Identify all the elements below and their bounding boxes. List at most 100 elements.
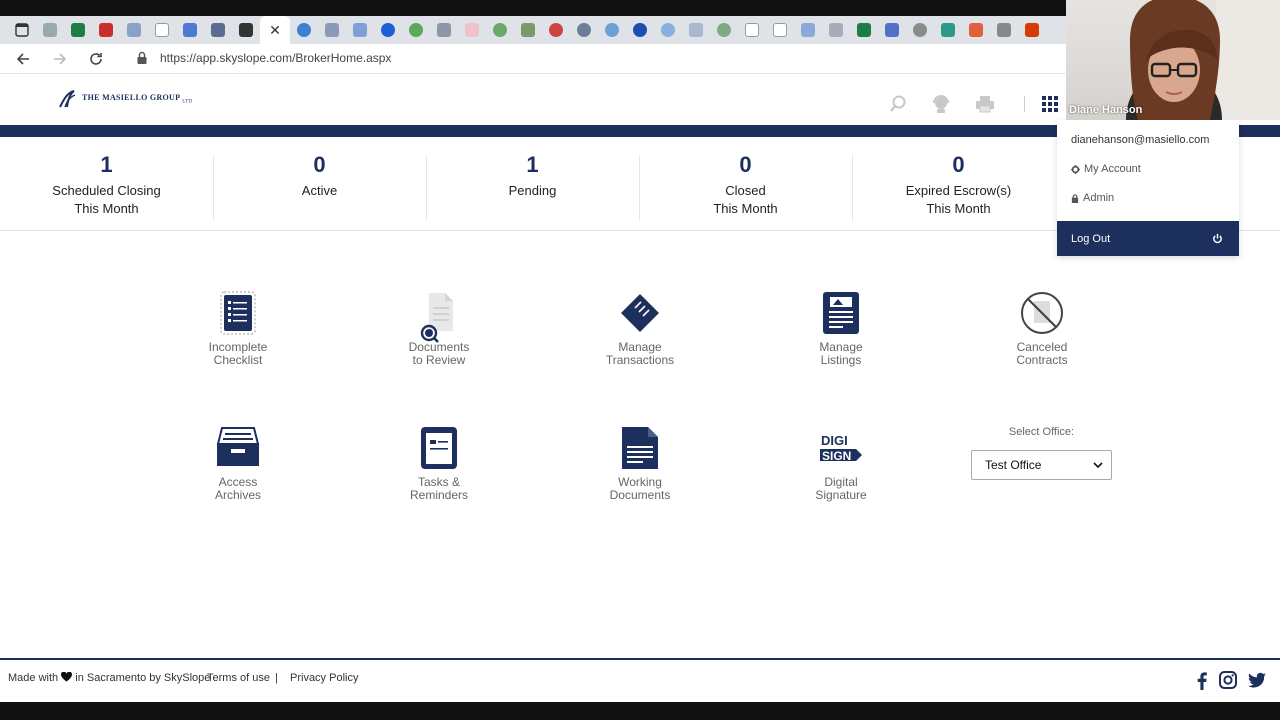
tab-red-icon[interactable]: [542, 16, 570, 44]
video-call-overlay[interactable]: Diane Hanson: [1066, 0, 1280, 120]
search-icon[interactable]: [888, 94, 908, 114]
stat-value: 0: [952, 152, 965, 177]
tile-manage-transactions[interactable]: Manage Transactions: [580, 291, 700, 367]
stat-active[interactable]: 0 Active: [213, 137, 426, 230]
stat-value: 1: [526, 152, 539, 177]
tile-label: Tasks & Reminders: [409, 475, 469, 502]
tile-label: Incomplete Checklist: [208, 340, 268, 367]
tab-chart-icon[interactable]: [232, 16, 260, 44]
tab-page3-icon[interactable]: [766, 16, 794, 44]
back-icon[interactable]: [13, 49, 33, 69]
tab-l-icon[interactable]: [204, 16, 232, 44]
stat-value: 0: [739, 152, 752, 177]
stat-value: 1: [100, 152, 113, 177]
tab-page2-icon[interactable]: [738, 16, 766, 44]
print-icon[interactable]: [975, 94, 995, 114]
digisign-icon: DIGISIGN: [820, 433, 862, 463]
user-dropdown-menu: dianehanson@masiello.com My Account Admi…: [1057, 120, 1239, 256]
tab-c3-icon[interactable]: [654, 16, 682, 44]
office-selected-value: Test Office: [985, 458, 1042, 472]
stat-label: Expired Escrow(s) This Month: [905, 183, 1012, 216]
reload-icon[interactable]: [86, 49, 106, 69]
tab-pink-icon[interactable]: [458, 16, 486, 44]
logo-text: THE MASIELLO GROUP LTD: [82, 93, 193, 105]
tile-tasks-reminders[interactable]: Tasks & Reminders: [379, 426, 499, 502]
tab-s-icon[interactable]: [878, 16, 906, 44]
admin-label: Admin: [1083, 192, 1115, 204]
stat-closed[interactable]: 0 Closed This Month: [639, 137, 852, 230]
stat-expired-escrow[interactable]: 0 Expired Escrow(s) This Month: [852, 137, 1065, 230]
tab-box-icon[interactable]: [430, 16, 458, 44]
tab-c2-icon[interactable]: [626, 16, 654, 44]
tab-plant-icon[interactable]: [514, 16, 542, 44]
support-agent-icon[interactable]: [931, 94, 951, 114]
tile-digital-signature[interactable]: DIGI SIGN Digital Signature: [781, 426, 901, 502]
stat-label: Active: [301, 183, 338, 198]
tab-green-icon[interactable]: [402, 16, 430, 44]
tab-actions-icon[interactable]: [8, 16, 36, 44]
tile-label: Manage Listings: [819, 340, 863, 367]
company-logo[interactable]: THE MASIELLO GROUP LTD: [58, 89, 192, 109]
tab-pdf-icon[interactable]: [92, 16, 120, 44]
tab-meta-icon[interactable]: [374, 16, 402, 44]
heart-icon: [61, 671, 73, 682]
tile-access-archives[interactable]: Access Archives: [178, 426, 298, 502]
screen-bottom-bar: [0, 702, 1280, 720]
tab-page-icon[interactable]: [148, 16, 176, 44]
tab-excel2-icon[interactable]: [850, 16, 878, 44]
menu-item-admin[interactable]: Admin: [1071, 192, 1114, 204]
tab-table-icon[interactable]: [822, 16, 850, 44]
tile-canceled-contracts[interactable]: Canceled Contracts: [982, 291, 1102, 367]
digisign-line2: SIGN: [822, 449, 851, 463]
stat-scheduled-closing[interactable]: 1 Scheduled Closing This Month: [0, 137, 213, 230]
terms-link[interactable]: Terms of use: [207, 672, 270, 684]
tile-working-documents[interactable]: Working Documents: [580, 426, 700, 502]
tab-c1-icon[interactable]: [598, 16, 626, 44]
tab-grid-icon[interactable]: [36, 16, 64, 44]
tile-documents-to-review[interactable]: Documents to Review: [379, 291, 499, 367]
listing-icon: [823, 292, 859, 334]
tab-cup-icon[interactable]: [990, 16, 1018, 44]
stat-label: Pending: [508, 183, 557, 198]
tab-orange-icon[interactable]: [962, 16, 990, 44]
facebook-icon[interactable]: [1192, 670, 1212, 690]
logo-swoosh-icon: [59, 90, 76, 108]
privacy-link[interactable]: Privacy Policy: [290, 672, 358, 684]
tile-label: Working Documents: [609, 475, 671, 502]
tile-manage-listings[interactable]: Manage Listings: [781, 291, 901, 367]
tab-a-icon[interactable]: [570, 16, 598, 44]
stat-pending[interactable]: 1 Pending: [426, 137, 639, 230]
apps-grid-icon[interactable]: [1040, 94, 1060, 114]
tab-k2-icon[interactable]: [682, 16, 710, 44]
clipboard-icon: [421, 427, 457, 469]
tab-teal-icon[interactable]: [934, 16, 962, 44]
tab-p-icon[interactable]: [176, 16, 204, 44]
tab-excel-icon[interactable]: [64, 16, 92, 44]
header-divider: [1024, 96, 1025, 112]
stat-value: 0: [313, 152, 326, 177]
office-selector: Select Office: Test Office: [971, 426, 1112, 480]
tab-active-close-icon[interactable]: ✕: [260, 16, 290, 44]
tab-leaf-icon[interactable]: [486, 16, 514, 44]
logout-button[interactable]: Log Out: [1057, 221, 1239, 256]
tab-location-icon[interactable]: [290, 16, 318, 44]
tab-app-icon[interactable]: [318, 16, 346, 44]
lock-icon[interactable]: [136, 51, 148, 65]
participant-video: [1126, 0, 1280, 120]
twitter-icon[interactable]: [1247, 670, 1267, 690]
instagram-icon[interactable]: [1218, 670, 1238, 690]
tab-link-icon[interactable]: [794, 16, 822, 44]
tab-leaf2-icon[interactable]: [710, 16, 738, 44]
tab-word-icon[interactable]: [120, 16, 148, 44]
office-select[interactable]: Test Office: [971, 450, 1112, 480]
document-icon: [622, 427, 658, 469]
tab-a2-icon[interactable]: [906, 16, 934, 44]
stat-label: Scheduled Closing This Month: [52, 183, 161, 216]
made-with-text: Made with in Sacramento by SkySlope: [8, 671, 211, 684]
url-text[interactable]: https://app.skyslope.com/BrokerHome.aspx: [160, 51, 391, 65]
tab-office-icon[interactable]: [1018, 16, 1046, 44]
tab-k-icon[interactable]: [346, 16, 374, 44]
menu-item-my-account[interactable]: My Account: [1071, 163, 1141, 175]
tile-incomplete-checklist[interactable]: Incomplete Checklist: [178, 291, 298, 367]
forward-icon[interactable]: [50, 49, 70, 69]
